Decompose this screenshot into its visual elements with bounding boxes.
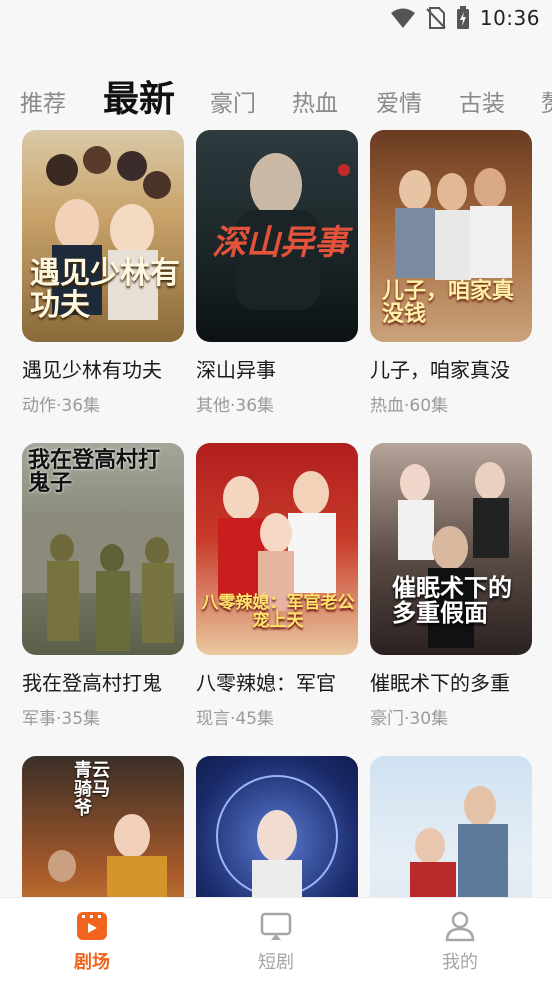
- poster-title-art: 遇见少林有功夫: [30, 258, 180, 321]
- battery-charging-icon: [456, 6, 469, 29]
- poster-title-art: 儿子，咱家真没钱: [382, 278, 530, 328]
- drama-title: 催眠术下的多重: [370, 671, 510, 695]
- tab-more[interactable]: 赘: [541, 84, 552, 118]
- poster-art: [216, 775, 338, 900]
- poster-title: 催眠术下的多重假面: [392, 573, 512, 628]
- poster-art: [410, 786, 508, 900]
- drama-poster[interactable]: 八零辣媳：军官老公宠上天: [196, 443, 358, 655]
- tab-recommend[interactable]: 推荐: [20, 84, 66, 118]
- drama-card[interactable]: 深山异事 深山异事 其他·36集: [196, 130, 358, 416]
- drama-card[interactable]: [196, 756, 358, 900]
- nav-profile[interactable]: 我的: [410, 910, 510, 974]
- bottom-nav: 剧场 短剧 我的: [0, 897, 552, 983]
- theater-icon: [77, 912, 107, 940]
- drama-card[interactable]: 青云骑马爷: [22, 756, 184, 900]
- status-bar: 10:36: [0, 0, 552, 38]
- nav-short-drama[interactable]: 短剧: [226, 910, 326, 974]
- tab-latest[interactable]: 最新: [103, 72, 175, 122]
- drama-card[interactable]: 遇见少林有功夫 遇见少林有功夫 动作·36集: [22, 130, 184, 416]
- poster-title: 八零辣媳：军官老公宠上天: [201, 593, 355, 631]
- nav-label: 剧场: [74, 952, 110, 973]
- drama-title: 我在登高村打鬼: [22, 671, 162, 695]
- drama-card[interactable]: 我在登高村打鬼子 我在登高村打鬼 军事·35集: [22, 443, 184, 729]
- drama-card[interactable]: [370, 756, 532, 900]
- nav-label: 我的: [442, 952, 478, 973]
- tab-romance[interactable]: 爱情: [376, 84, 422, 118]
- poster-title-art: 深山异事: [212, 223, 352, 263]
- poster-title: 我在登高村打鬼子: [28, 447, 161, 497]
- drama-poster[interactable]: 遇见少林有功夫: [22, 130, 184, 342]
- drama-meta: 现言·45集: [196, 709, 275, 729]
- poster-title-art: 我在登高村打鬼子: [28, 447, 180, 497]
- drama-meta: 动作·36集: [22, 396, 101, 416]
- tab-rich-family[interactable]: 豪门: [210, 84, 256, 118]
- nav-label: 短剧: [258, 952, 294, 973]
- tab-hot-blood[interactable]: 热血: [292, 84, 338, 118]
- drama-meta: 热血·60集: [370, 396, 449, 416]
- drama-poster[interactable]: [370, 756, 532, 900]
- poster-title-art: 八零辣媳：军官老公宠上天: [200, 593, 356, 631]
- drama-poster[interactable]: 儿子，咱家真没钱: [370, 130, 532, 342]
- drama-meta: 军事·35集: [22, 709, 101, 729]
- drama-card[interactable]: 儿子，咱家真没钱 儿子，咱家真没 热血·60集: [370, 130, 532, 416]
- drama-card[interactable]: 催眠术下的多重假面 催眠术下的多重 豪门·30集: [370, 443, 532, 729]
- drama-meta: 其他·36集: [196, 396, 275, 416]
- poster-title: 儿子，咱家真没钱: [382, 278, 515, 328]
- tab-costume[interactable]: 古装: [459, 84, 505, 118]
- wifi-icon: [390, 8, 415, 28]
- poster-title-art: 青云骑马爷: [74, 760, 114, 819]
- tv-icon: [260, 912, 292, 940]
- drama-meta: 豪门·30集: [370, 709, 449, 729]
- poster-title-art: 催眠术下的多重假面: [392, 575, 524, 625]
- drama-poster[interactable]: 我在登高村打鬼子: [22, 443, 184, 655]
- drama-card[interactable]: 八零辣媳：军官老公宠上天 八零辣媳：军官 现言·45集: [196, 443, 358, 729]
- drama-title: 八零辣媳：军官: [196, 671, 336, 695]
- nav-theater[interactable]: 剧场: [42, 910, 142, 974]
- status-icons: 10:36: [390, 6, 540, 30]
- poster-title: 遇见少林有功夫: [30, 256, 180, 323]
- drama-title: 遇见少林有功夫: [22, 358, 162, 382]
- drama-poster[interactable]: 青云骑马爷: [22, 756, 184, 900]
- drama-grid: 遇见少林有功夫 遇见少林有功夫 动作·36集 深山异事 深山异事 其他·36集: [22, 130, 532, 900]
- poster-title: 深山异事: [212, 223, 348, 263]
- drama-title: 深山异事: [196, 358, 276, 382]
- drama-title: 儿子，咱家真没: [370, 358, 510, 382]
- status-time: 10:36: [479, 6, 540, 30]
- drama-poster[interactable]: 深山异事: [196, 130, 358, 342]
- poster-title: 青云骑马爷: [74, 760, 110, 819]
- drama-poster[interactable]: 催眠术下的多重假面: [370, 443, 532, 655]
- drama-poster[interactable]: [196, 756, 358, 900]
- category-tabs: 推荐 最新 豪门 热血 爱情 古装 赘: [0, 72, 552, 132]
- no-sim-icon: [426, 7, 446, 29]
- profile-icon: [445, 911, 475, 942]
